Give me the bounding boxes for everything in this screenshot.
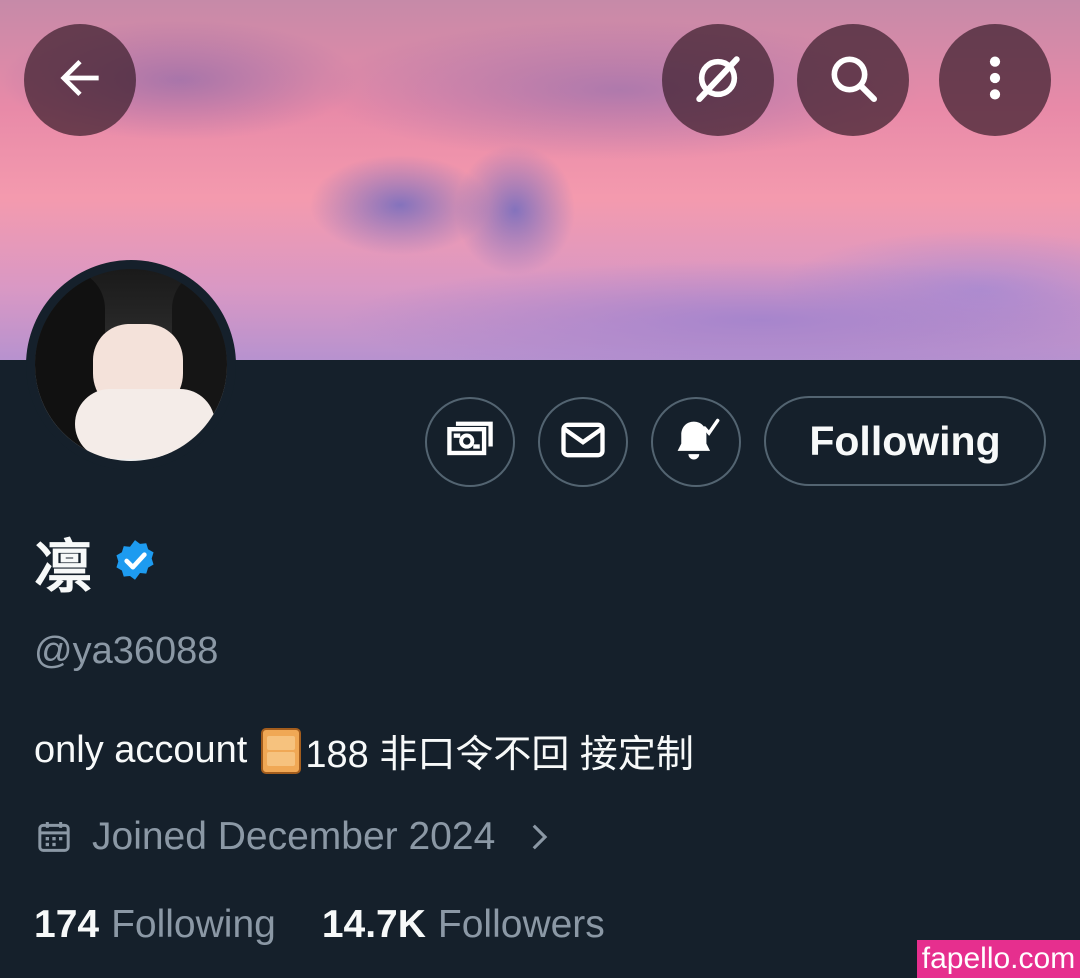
grok-icon	[690, 50, 746, 111]
followers-count: 14.7K	[321, 903, 426, 946]
search-icon	[825, 50, 881, 111]
arrow-left-icon	[52, 50, 108, 111]
bio: only account 188 非口令不回 接定制	[34, 723, 694, 778]
joined-text: Joined December 2024	[92, 815, 496, 858]
following-label: Following	[111, 903, 276, 946]
profile-stats: 174 Following 14.7K Followers	[34, 903, 605, 947]
joined-date[interactable]: Joined December 2024	[34, 815, 555, 859]
message-button[interactable]	[538, 397, 628, 487]
back-button[interactable]	[24, 24, 136, 136]
verified-badge-icon[interactable]	[110, 537, 160, 587]
bell-check-icon	[670, 414, 722, 471]
following-stat[interactable]: 174 Following	[34, 903, 276, 947]
grok-button[interactable]	[662, 24, 774, 136]
followers-stat[interactable]: 14.7K Followers	[322, 903, 605, 947]
door-emoji-icon	[261, 727, 302, 774]
more-button[interactable]	[939, 24, 1051, 136]
following-count: 174	[34, 903, 100, 946]
search-button[interactable]	[797, 24, 909, 136]
calendar-icon	[34, 817, 92, 857]
avatar[interactable]	[26, 260, 236, 470]
display-name: 凛	[34, 533, 93, 601]
more-vertical-icon	[967, 50, 1023, 111]
chevron-right-icon	[495, 820, 555, 854]
following-button[interactable]: Following	[764, 396, 1046, 486]
name-row: 凛	[34, 520, 160, 604]
money-icon	[444, 414, 496, 471]
mail-icon	[557, 414, 609, 471]
bio-text-suffix: 188 非口令不回 接定制	[305, 734, 694, 776]
avatar-image	[35, 269, 227, 461]
subscribe-button[interactable]	[425, 397, 515, 487]
handle: @ya36088	[34, 630, 219, 672]
bio-text-prefix: only account	[34, 729, 248, 771]
notifications-button[interactable]	[651, 397, 741, 487]
followers-label: Followers	[437, 903, 605, 946]
watermark: fapello.com	[917, 940, 1080, 978]
